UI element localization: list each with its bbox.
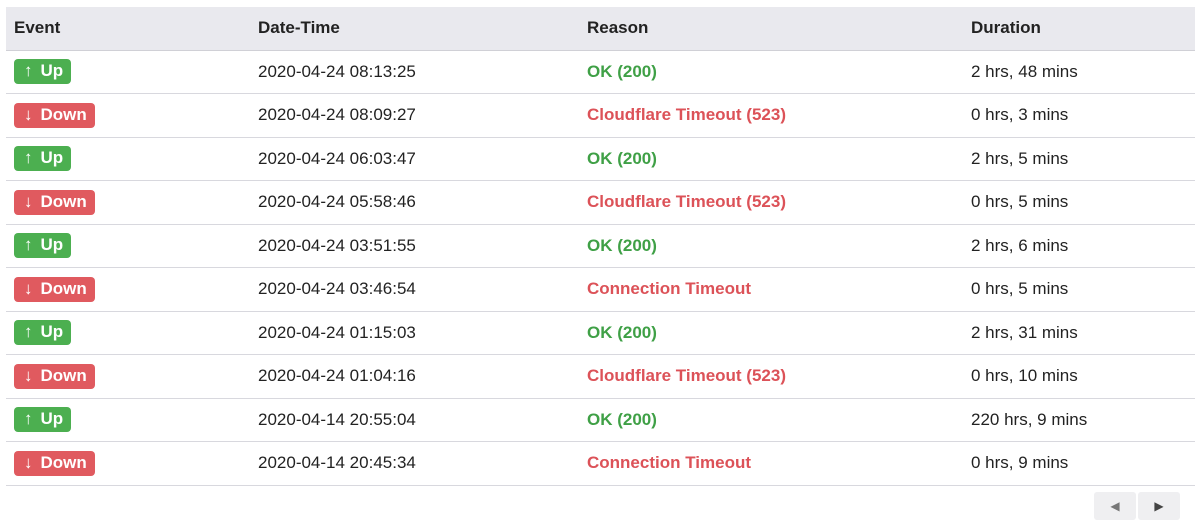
caret-left-icon: ◀ <box>1110 499 1120 513</box>
reason-cell: OK (200) <box>579 398 963 442</box>
reason-cell: OK (200) <box>579 137 963 181</box>
event-cell: ↓ Down <box>6 354 250 399</box>
reason-cell: Connection Timeout <box>579 267 963 312</box>
event-badge-up: ↑ Up <box>14 59 72 85</box>
event-label: Up <box>40 235 64 255</box>
event-badge-down: ↓ Down <box>14 363 95 389</box>
duration-cell: 0 hrs, 5 mins <box>963 180 1195 225</box>
datetime-cell: 2020-04-14 20:45:34 <box>250 441 579 486</box>
datetime-cell: 2020-04-24 05:58:46 <box>250 180 579 225</box>
duration-cell: 220 hrs, 9 mins <box>963 398 1195 442</box>
datetime-cell: 2020-04-24 01:04:16 <box>250 354 579 399</box>
datetime-cell: 2020-04-24 03:51:55 <box>250 224 579 268</box>
header-reason: Reason <box>579 7 963 51</box>
reason-cell: Connection Timeout <box>579 441 963 486</box>
reason-cell: Cloudflare Timeout (523) <box>579 93 963 138</box>
datetime-cell: 2020-04-24 08:13:25 <box>250 50 579 94</box>
arrow-up-icon: ↑ <box>24 61 33 81</box>
prev-page-button[interactable]: ◀ <box>1094 492 1136 520</box>
datetime-cell: 2020-04-14 20:55:04 <box>250 398 579 442</box>
event-label: Down <box>40 191 87 211</box>
events-table: Event Date-Time Reason Duration ↑ Up 2020-… <box>6 7 1195 486</box>
arrow-down-icon: ↓ <box>24 278 33 298</box>
event-cell: ↑ Up <box>6 137 250 181</box>
datetime-cell: 2020-04-24 03:46:54 <box>250 267 579 312</box>
event-label: Up <box>40 322 64 342</box>
event-label: Down <box>40 104 87 124</box>
table-row: ↓ Down 2020-04-24 01:04:16 Cloudflare Timeo… <box>6 354 1195 399</box>
datetime-cell: 2020-04-24 01:15:03 <box>250 311 579 355</box>
arrow-down-icon: ↓ <box>24 365 33 385</box>
caret-right-icon: ▶ <box>1154 499 1164 513</box>
duration-cell: 0 hrs, 10 mins <box>963 354 1195 399</box>
event-badge-down: ↓ Down <box>14 189 95 215</box>
table-row: ↑ Up 2020-04-24 08:13:25 OK (200) 2 hrs, 48 … <box>6 50 1195 94</box>
event-badge-up: ↑ Up <box>14 146 72 172</box>
arrow-up-icon: ↑ <box>24 235 33 255</box>
reason-cell: OK (200) <box>579 50 963 94</box>
datetime-cell: 2020-04-24 08:09:27 <box>250 93 579 138</box>
pagination: ◀ ▶ <box>1094 492 1180 520</box>
duration-cell: 0 hrs, 9 mins <box>963 441 1195 486</box>
duration-cell: 2 hrs, 31 mins <box>963 311 1195 355</box>
table-header: Event Date-Time Reason Duration <box>6 7 1195 51</box>
duration-cell: 2 hrs, 6 mins <box>963 224 1195 268</box>
event-badge-down: ↓ Down <box>14 276 95 302</box>
header-event: Event <box>6 7 250 51</box>
arrow-up-icon: ↑ <box>24 148 33 168</box>
event-label: Down <box>40 278 87 298</box>
event-label: Up <box>40 148 64 168</box>
reason-cell: Cloudflare Timeout (523) <box>579 180 963 225</box>
arrow-down-icon: ↓ <box>24 191 33 211</box>
event-badge-up: ↑ Up <box>14 407 72 433</box>
next-page-button[interactable]: ▶ <box>1138 492 1180 520</box>
event-cell: ↓ Down <box>6 267 250 312</box>
event-badge-up: ↑ Up <box>14 233 72 259</box>
duration-cell: 0 hrs, 3 mins <box>963 93 1195 138</box>
table-row: ↑ Up 2020-04-24 06:03:47 OK (200) 2 hrs, 5 m… <box>6 137 1195 181</box>
event-badge-down: ↓ Down <box>14 450 95 476</box>
table-row: ↓ Down 2020-04-24 05:58:46 Cloudflare Timeo… <box>6 180 1195 225</box>
event-badge-down: ↓ Down <box>14 102 95 128</box>
header-duration: Duration <box>963 7 1195 51</box>
event-label: Up <box>40 61 64 81</box>
duration-cell: 2 hrs, 48 mins <box>963 50 1195 94</box>
arrow-up-icon: ↑ <box>24 409 33 429</box>
duration-cell: 2 hrs, 5 mins <box>963 137 1195 181</box>
table-row: ↓ Down 2020-04-24 03:46:54 Connection Timeo… <box>6 267 1195 312</box>
event-cell: ↑ Up <box>6 50 250 94</box>
arrow-down-icon: ↓ <box>24 104 33 124</box>
event-cell: ↑ Up <box>6 398 250 442</box>
event-label: Up <box>40 409 64 429</box>
event-badge-up: ↑ Up <box>14 320 72 346</box>
duration-cell: 0 hrs, 5 mins <box>963 267 1195 312</box>
reason-cell: Cloudflare Timeout (523) <box>579 354 963 399</box>
table-row: ↓ Down 2020-04-14 20:45:34 Connection Timeo… <box>6 441 1195 486</box>
event-cell: ↑ Up <box>6 311 250 355</box>
event-cell: ↓ Down <box>6 93 250 138</box>
datetime-cell: 2020-04-24 06:03:47 <box>250 137 579 181</box>
reason-cell: OK (200) <box>579 311 963 355</box>
arrow-down-icon: ↓ <box>24 452 33 472</box>
event-label: Down <box>40 452 87 472</box>
event-cell: ↓ Down <box>6 180 250 225</box>
event-cell: ↓ Down <box>6 441 250 486</box>
table-row: ↑ Up 2020-04-24 03:51:55 OK (200) 2 hrs, 6 m… <box>6 224 1195 268</box>
event-cell: ↑ Up <box>6 224 250 268</box>
table-row: ↑ Up 2020-04-24 01:15:03 OK (200) 2 hrs, 31 … <box>6 311 1195 355</box>
reason-cell: OK (200) <box>579 224 963 268</box>
table-row: ↑ Up 2020-04-14 20:55:04 OK (200) 220 hrs, 9… <box>6 398 1195 442</box>
header-datetime: Date-Time <box>250 7 579 51</box>
arrow-up-icon: ↑ <box>24 322 33 342</box>
event-label: Down <box>40 365 87 385</box>
table-row: ↓ Down 2020-04-24 08:09:27 Cloudflare Timeo… <box>6 93 1195 138</box>
